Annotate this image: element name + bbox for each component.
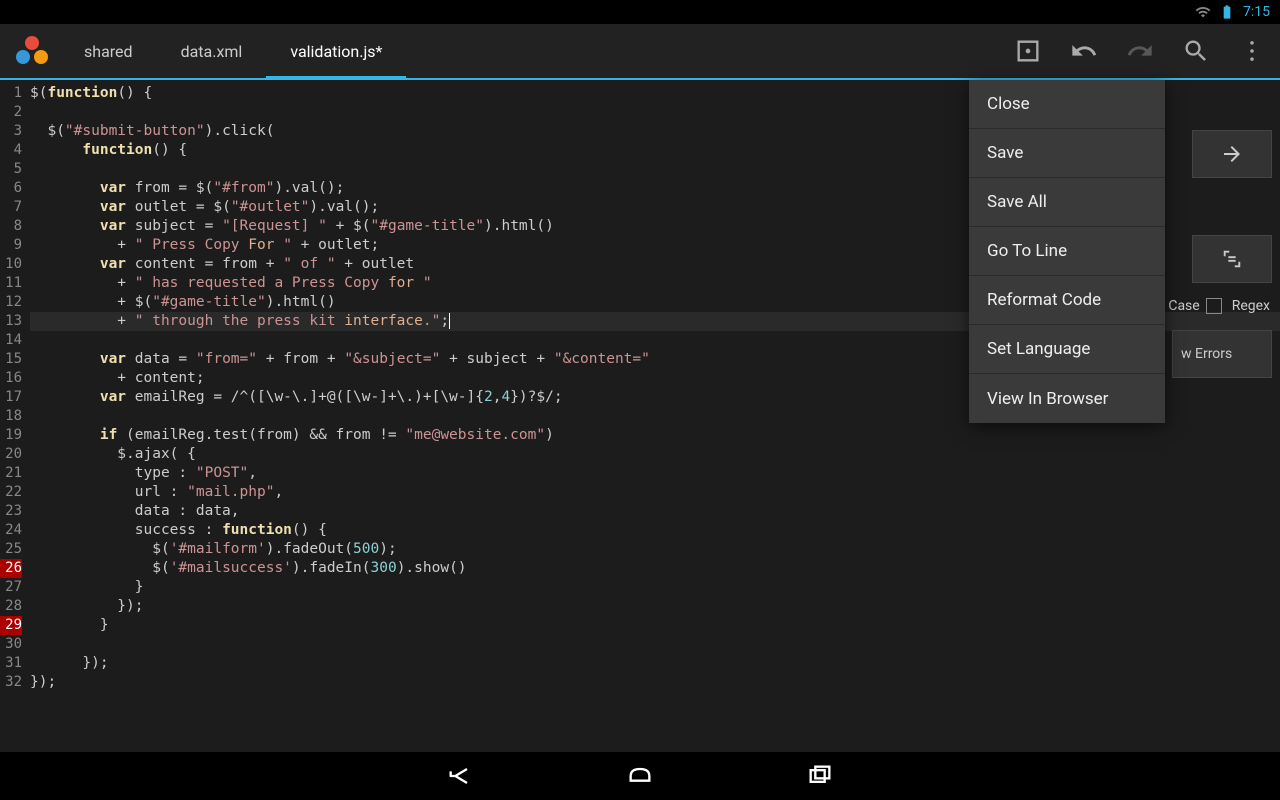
app-logo-icon[interactable] — [12, 31, 52, 71]
nav-back-icon[interactable] — [440, 756, 480, 796]
menu-set-language[interactable]: Set Language — [969, 325, 1165, 374]
context-menu: Close Save Save All Go To Line Reformat … — [969, 80, 1165, 423]
menu-label: Reformat Code — [987, 290, 1101, 310]
menu-label: Save — [987, 143, 1023, 163]
menu-save-all[interactable]: Save All — [969, 178, 1165, 227]
menu-reformat[interactable]: Reformat Code — [969, 276, 1165, 325]
tab-label: shared — [84, 42, 133, 61]
settings-square-icon[interactable] — [1000, 23, 1056, 79]
button-label: w Errors — [1181, 346, 1232, 362]
overflow-menu-icon[interactable] — [1224, 23, 1280, 79]
search-panel: Case Regex w Errors — [1165, 80, 1280, 380]
battery-icon — [1219, 4, 1235, 20]
undo-icon[interactable] — [1056, 23, 1112, 79]
checkbox-label: Case — [1168, 298, 1199, 314]
menu-close[interactable]: Close — [969, 80, 1165, 129]
menu-label: Close — [987, 94, 1030, 114]
wifi-icon — [1195, 4, 1211, 20]
menu-label: Set Language — [987, 339, 1090, 359]
menu-label: View In Browser — [987, 389, 1108, 409]
menu-view-browser[interactable]: View In Browser — [969, 374, 1165, 423]
menu-label: Save All — [987, 192, 1047, 212]
arrow-right-icon — [1220, 142, 1244, 166]
next-button[interactable] — [1192, 130, 1272, 178]
status-time: 7:15 — [1243, 4, 1270, 20]
tab-shared[interactable]: shared — [60, 24, 157, 78]
redo-icon[interactable] — [1112, 23, 1168, 79]
toolbar — [1000, 24, 1280, 78]
replace-icon — [1221, 248, 1243, 270]
menu-save[interactable]: Save — [969, 129, 1165, 178]
menu-goto-line[interactable]: Go To Line — [969, 227, 1165, 276]
android-status-bar: 7:15 — [0, 0, 1280, 24]
menu-label: Go To Line — [987, 241, 1067, 261]
tab-label: data.xml — [181, 42, 243, 61]
app-bar: shared data.xml validation.js* — [0, 24, 1280, 80]
line-number-gutter: 1234567891011121314151617181920212223242… — [0, 80, 26, 752]
search-icon[interactable] — [1168, 23, 1224, 79]
nav-recent-icon[interactable] — [800, 756, 840, 796]
android-nav-bar — [0, 752, 1280, 800]
show-errors-button[interactable]: w Errors — [1172, 330, 1272, 378]
checkbox-label: Regex — [1232, 298, 1270, 314]
nav-home-icon[interactable] — [620, 756, 660, 796]
tab-data-xml[interactable]: data.xml — [157, 24, 267, 78]
tab-label: validation.js* — [290, 42, 382, 61]
tab-bar: shared data.xml validation.js* — [60, 24, 406, 78]
case-checkbox[interactable]: Case Regex — [1168, 298, 1270, 314]
replace-button[interactable] — [1192, 235, 1272, 283]
tab-validation-js[interactable]: validation.js* — [266, 24, 406, 78]
